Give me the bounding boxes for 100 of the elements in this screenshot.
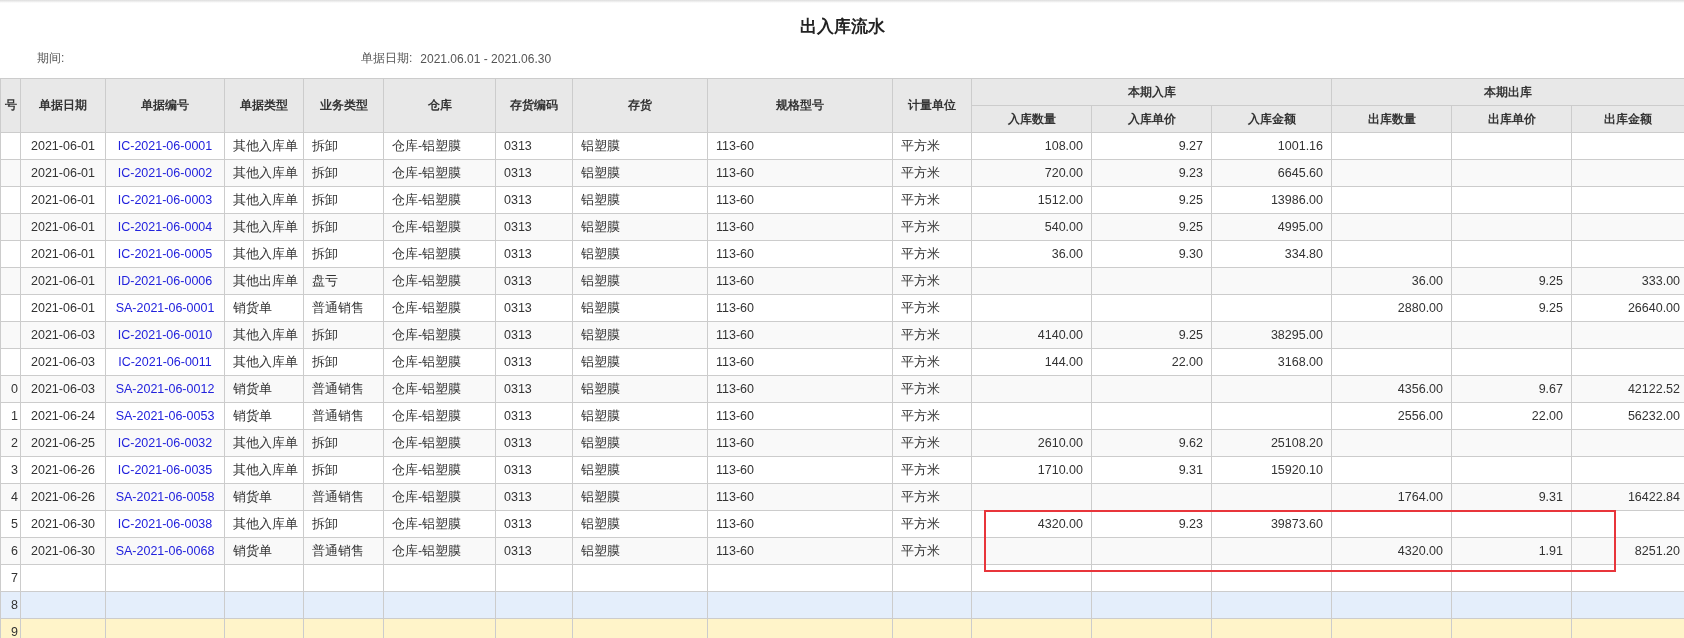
column-header: 单据日期: [20, 78, 106, 133]
table-cell: 8251.20: [1634, 544, 1681, 558]
table-row[interactable]: 4 2021-06-26 SA-2021-06-0058 销货单 普通销售 仓库-铝塑膜 0313 铝塑膜 113-60 平方米 1764.00 9.31 16422.84: [0, 483, 1684, 511]
table-cell: 铝塑膜: [581, 408, 620, 423]
table-cell: 2021-06-26: [31, 463, 95, 477]
table-cell: 销货单: [233, 300, 272, 315]
table-cell: 铝塑膜: [581, 435, 620, 450]
table-cell: 4995.00: [1277, 220, 1323, 234]
table-cell: 9.25: [1178, 220, 1203, 234]
table-cell: 25108.20: [1270, 436, 1323, 450]
table-cell: 拆卸: [312, 354, 338, 369]
table-cell: 平方米: [901, 381, 940, 396]
table-cell: 平方米: [901, 462, 940, 477]
table-cell: 144.00: [1044, 355, 1083, 369]
table-cell: 盘亏: [312, 273, 338, 288]
table-cell: 113-60: [716, 301, 754, 315]
table-row[interactable]: 1 2021-06-24 SA-2021-06-0053 销货单 普通销售 仓库-铝塑膜 0313 铝塑膜 113-60 平方米 2556.00 22.00 56232.00: [0, 402, 1684, 430]
table-cell: 平方米: [901, 300, 940, 315]
column-group-header: 本期出库: [1331, 78, 1684, 106]
table-cell: 普通销售: [312, 408, 364, 423]
table-cell: 仓库-铝塑膜: [392, 462, 462, 477]
table-row[interactable]: 2021-06-01 IC-2021-06-0001 其他入库单 拆卸 仓库-铝塑膜 0313 铝塑膜 113-60 平方米 108.00 9.27 1001.16: [0, 132, 1684, 160]
table-cell: 仓库-铝塑膜: [392, 354, 462, 369]
table-cell: 113-60: [716, 436, 754, 450]
table-cell: 9.67: [1538, 382, 1563, 396]
table-row[interactable]: 2021-06-03 IC-2021-06-0010 其他入库单 拆卸 仓库-铝塑膜 0313 铝塑膜 113-60 平方米 4140.00 9.25 38295.00: [0, 321, 1684, 349]
column-header: 号: [0, 78, 21, 133]
table-cell: 仓库-铝塑膜: [392, 300, 462, 315]
table-cell: 0313: [504, 517, 532, 531]
table-cell: 平方米: [901, 192, 940, 207]
table-cell: 113-60: [716, 409, 754, 423]
table-cell: 铝塑膜: [581, 219, 620, 234]
table-cell: 铝塑膜: [581, 192, 620, 207]
table-row[interactable]: 2021-06-01 SA-2021-06-0001 销货单 普通销售 仓库-铝塑膜 0313 铝塑膜 113-60 平方米 2880.00 9.25 26640.00: [0, 294, 1684, 322]
table-cell: 113-60: [716, 166, 754, 180]
table-cell: 113-60: [716, 193, 754, 207]
table-row[interactable]: 2021-06-03 IC-2021-06-0011 其他入库单 拆卸 仓库-铝塑膜 0313 铝塑膜 113-60 平方米 144.00 22.00 3168.00: [0, 348, 1684, 376]
table-cell: 113-60: [716, 463, 754, 477]
column-header: 单据类型: [224, 78, 304, 133]
table-cell: 平方米: [901, 516, 940, 531]
table-cell: 拆卸: [312, 327, 338, 342]
table-cell: 销货单: [233, 408, 272, 423]
table-row[interactable]: 2021-06-01 IC-2021-06-0003 其他入库单 拆卸 仓库-铝塑膜 0313 铝塑膜 113-60 平方米 1512.00 9.25 13986.00: [0, 186, 1684, 214]
table-cell: 2021-06-03: [31, 382, 95, 396]
table-cell: 仓库-铝塑膜: [392, 246, 462, 261]
table-cell: 其他入库单: [233, 219, 298, 234]
table-cell: 39873.60: [1270, 517, 1323, 531]
table-cell: 铝塑膜: [581, 354, 620, 369]
table-row[interactable]: 0 2021-06-03 SA-2021-06-0012 销货单 普通销售 仓库-铝塑膜 0313 铝塑膜 113-60 平方米 4356.00 9.67 42122.52: [0, 375, 1684, 403]
table-cell: 22.00: [1171, 355, 1203, 369]
table-cell: 5: [11, 517, 18, 531]
table-cell: 2021-06-01: [31, 301, 95, 315]
table-cell: 2610.00: [1037, 436, 1083, 450]
table-cell: 2021-06-01: [31, 247, 95, 261]
table-cell: 仓库-铝塑膜: [392, 381, 462, 396]
table-cell: 9.25: [1178, 328, 1203, 342]
table-cell: 0313: [504, 247, 532, 261]
table-row[interactable]: 3 2021-06-26 IC-2021-06-0035 其他入库单 拆卸 仓库-铝塑膜 0313 铝塑膜 113-60 平方米 1710.00 9.31 15920.10: [0, 456, 1684, 484]
table-row[interactable]: 9: [0, 618, 1684, 638]
table-cell: 0313: [504, 355, 532, 369]
table-cell: 113-60: [716, 247, 754, 261]
table-cell: 2021-06-01: [31, 139, 95, 153]
table-row[interactable]: 2021-06-01 IC-2021-06-0005 其他入库单 拆卸 仓库-铝塑膜 0313 铝塑膜 113-60 平方米 36.00 9.30 334.80: [0, 240, 1684, 268]
table-cell: 0313: [504, 139, 532, 153]
table-cell: 9.31: [1538, 490, 1563, 504]
table-cell: 仓库-铝塑膜: [392, 489, 462, 504]
table-row[interactable]: 5 2021-06-30 IC-2021-06-0038 其他入库单 拆卸 仓库-铝塑膜 0313 铝塑膜 113-60 平方米 4320.00 9.23 39873.60: [0, 510, 1684, 538]
table-cell: 720.00: [1044, 166, 1083, 180]
table-cell: 4140.00: [1037, 328, 1083, 342]
table-row[interactable]: 6 2021-06-30 SA-2021-06-0068 销货单 普通销售 仓库-铝塑膜 0313 铝塑膜 113-60 平方米 4320.00 1.91 8251.20: [0, 537, 1684, 565]
column-header: 计量单位: [892, 78, 972, 133]
table-cell: 9.25: [1538, 301, 1563, 315]
table-cell: 113-60: [716, 490, 754, 504]
table-row[interactable]: 2021-06-01 IC-2021-06-0004 其他入库单 拆卸 仓库-铝塑膜 0313 铝塑膜 113-60 平方米 540.00 9.25 4995.00: [0, 213, 1684, 241]
table-cell: 6: [11, 544, 18, 558]
table-row[interactable]: 7: [0, 564, 1684, 592]
table-cell: 113-60: [716, 139, 754, 153]
table-cell: 2556.00: [1397, 409, 1443, 423]
table-cell: 拆卸: [312, 219, 338, 234]
table-cell: 仓库-铝塑膜: [392, 273, 462, 288]
table-cell: 0313: [504, 328, 532, 342]
table-cell: 平方米: [901, 489, 940, 504]
table-cell: 113-60: [716, 274, 754, 288]
column-header: 单据编号: [105, 78, 225, 133]
column-group-header: 本期入库: [971, 78, 1332, 106]
table-cell: 普通销售: [312, 543, 364, 558]
table-cell: 4356.00: [1397, 382, 1443, 396]
period-label: 期间:: [37, 50, 66, 67]
table-cell: 铝塑膜: [581, 165, 620, 180]
table-row[interactable]: 2021-06-01 ID-2021-06-0006 其他出库单 盘亏 仓库-铝塑膜 0313 铝塑膜 113-60 平方米 36.00 9.25 333.00: [0, 267, 1684, 295]
table-row[interactable]: 2 2021-06-25 IC-2021-06-0032 其他入库单 拆卸 仓库-铝塑膜 0313 铝塑膜 113-60 平方米 2610.00 9.62 25108.20: [0, 429, 1684, 457]
table-cell: 平方米: [901, 354, 940, 369]
table-cell: 3168.00: [1277, 355, 1323, 369]
table-cell: 铝塑膜: [581, 246, 620, 261]
table-row[interactable]: 2021-06-01 IC-2021-06-0002 其他入库单 拆卸 仓库-铝塑膜 0313 铝塑膜 113-60 平方米 720.00 9.23 6645.60: [0, 159, 1684, 187]
column-header: 存货编码: [495, 78, 573, 133]
table-row[interactable]: 8: [0, 591, 1684, 619]
table-cell: 9.27: [1178, 139, 1203, 153]
table-cell: 2021-06-25: [31, 436, 95, 450]
table-cell: 1: [11, 409, 18, 423]
